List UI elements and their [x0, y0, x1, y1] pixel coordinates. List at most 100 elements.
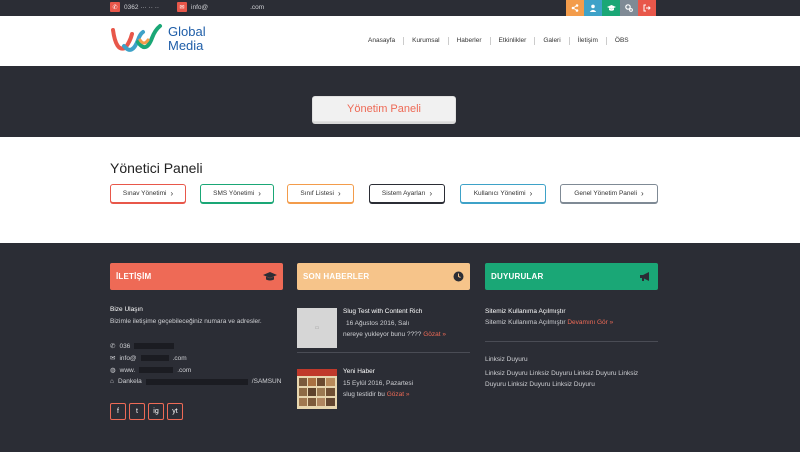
user-management-label: Kullanıcı Yönetimi	[473, 190, 526, 197]
user-button[interactable]	[584, 0, 602, 16]
facebook-icon: f	[117, 408, 119, 415]
chevron-right-icon: ›	[641, 189, 644, 198]
logout-button[interactable]	[638, 0, 656, 16]
chevron-right-icon: ›	[429, 189, 433, 198]
graduation-button[interactable]	[602, 0, 620, 16]
phone-icon: ✆	[110, 343, 116, 350]
nav-item-anasayfa[interactable]: Anasayfa	[360, 37, 405, 45]
twitter-icon: t	[136, 408, 138, 415]
admin-panel-button[interactable]: Yönetim Paneli	[312, 96, 456, 122]
contact-phone-row: ✆ 036	[110, 342, 175, 350]
exam-management-button[interactable]: Sınav Yönetimi ›	[110, 184, 186, 203]
announcement-text: Linksiz Duyuru Linksiz Duyuru Linksiz Du…	[485, 370, 639, 388]
top-email-prefix[interactable]: info@	[191, 4, 208, 11]
image-placeholder-icon: ▭	[314, 325, 320, 331]
sign-out-icon	[643, 4, 651, 12]
site-logo[interactable]: Global Media	[110, 22, 206, 56]
graduation-cap-icon	[606, 5, 616, 11]
announcements-heading-text: DUYURULAR	[491, 272, 544, 281]
nav-item-haberler[interactable]: Haberler	[449, 37, 491, 45]
logo-line-2: Media	[168, 38, 204, 53]
announcement-more-link[interactable]: Devamını Gör »	[567, 319, 613, 326]
contact-heading: İLETİŞİM	[110, 263, 283, 290]
share-button[interactable]	[566, 0, 584, 16]
nav-item-kurumsal[interactable]: Kurumsal	[404, 37, 449, 45]
contact-email-suffix[interactable]: .com	[173, 355, 187, 362]
facebook-button[interactable]: f	[110, 403, 126, 420]
share-icon	[571, 4, 579, 12]
contact-address-row: ⌂ Dankela/SAMSUN	[110, 378, 281, 385]
announcement-title[interactable]: Linksiz Duyuru	[485, 356, 528, 363]
top-social-buttons	[566, 0, 656, 16]
news-photo-image	[297, 369, 337, 409]
news-item-date: 16 Ağustos 2016, Salı	[346, 320, 410, 327]
youtube-button[interactable]: yt	[167, 403, 183, 420]
email-icon: ✉	[177, 2, 188, 12]
top-contact: ✆ 0362 ··· ·· ·· ✉ info@ .com	[110, 2, 264, 12]
user-management-button[interactable]: Kullanıcı Yönetimi ›	[460, 184, 546, 203]
news-divider	[297, 352, 470, 353]
contact-email-prefix[interactable]: info@	[119, 355, 136, 362]
news-item-excerpt: slug testidir bu Gözat »	[343, 391, 409, 398]
contact-web-row: ◍ www. .com	[110, 366, 191, 375]
contact-subtitle: Bize Ulaşın	[110, 306, 143, 313]
chevron-right-icon: ›	[529, 189, 533, 198]
announcement-text: Sitemiz Kullanıma Açılmıştır Devamını Gö…	[485, 319, 613, 326]
system-settings-button[interactable]: Sistem Ayarları ›	[369, 184, 445, 203]
page-title: Yönetici Paneli	[110, 160, 203, 176]
nav-item-iletisim[interactable]: İletişim	[570, 37, 607, 45]
contact-phone: 036	[119, 342, 131, 350]
twitter-button[interactable]: t	[129, 403, 145, 420]
gears-icon	[625, 4, 633, 12]
top-email-suffix[interactable]: .com	[250, 4, 264, 11]
chevron-right-icon: ›	[337, 189, 341, 198]
contact-email-row: ✉ info@ .com	[110, 354, 187, 363]
announcements-heading: DUYURULAR	[485, 263, 658, 290]
nav-item-galeri[interactable]: Galeri	[535, 37, 570, 45]
instagram-icon: ig	[153, 408, 159, 415]
nav-item-obs[interactable]: ÖBS	[607, 37, 637, 45]
graduation-cap-icon	[263, 272, 277, 281]
class-list-button[interactable]: Sınıf Listesi ›	[287, 184, 354, 203]
chevron-right-icon: ›	[258, 189, 261, 198]
news-thumbnail[interactable]	[297, 369, 337, 409]
news-heading: SON HABERLER	[297, 263, 470, 290]
contact-address-prefix: Dankela	[117, 378, 142, 385]
top-phone: 0362 ··· ·· ··	[124, 3, 160, 11]
news-item-title[interactable]: Yeni Haber	[343, 368, 375, 375]
bullhorn-icon	[640, 272, 649, 281]
settings-button[interactable]	[620, 0, 638, 16]
main-nav: Anasayfa Kurumsal Haberler Etkinlikler G…	[360, 37, 637, 45]
sms-management-button[interactable]: SMS Yönetimi ›	[200, 184, 274, 203]
home-icon: ⌂	[110, 378, 114, 385]
news-thumbnail-placeholder[interactable]: ▭	[297, 308, 337, 348]
youtube-icon: yt	[172, 408, 178, 415]
news-more-link[interactable]: Gözat »	[423, 331, 446, 338]
contact-heading-text: İLETİŞİM	[116, 272, 152, 281]
announcement-divider	[485, 341, 658, 342]
exam-management-label: Sınav Yönetimi	[122, 190, 167, 197]
announcement-body: Sitemiz Kullanıma Açılmıştır	[485, 319, 568, 326]
announcement-title[interactable]: Sitemiz Kullanıma Açılmıştır	[485, 308, 566, 315]
envelope-icon: ✉	[110, 355, 116, 362]
instagram-button[interactable]: ig	[148, 403, 164, 420]
news-heading-text: SON HABERLER	[303, 272, 370, 281]
general-management-label: Genel Yönetim Paneli	[574, 190, 638, 197]
news-more-link[interactable]: Gözat »	[387, 391, 410, 398]
chevron-right-icon: ›	[170, 189, 174, 198]
contact-description: Bizimle iletişime geçebileceğiniz numara…	[110, 318, 262, 325]
top-bar: ✆ 0362 ··· ·· ·· ✉ info@ .com	[0, 0, 800, 16]
contact-web-suffix[interactable]: .com	[177, 367, 191, 374]
news-item-excerpt: nereye yukleyor bunu ???? Gözat »	[343, 331, 446, 338]
news-item-title[interactable]: Slug Test with Content Rich	[343, 308, 422, 315]
contact-web-prefix[interactable]: www.	[120, 367, 136, 374]
general-management-button[interactable]: Genel Yönetim Paneli ›	[560, 184, 658, 203]
clock-icon	[453, 271, 464, 282]
nav-item-etkinlikler[interactable]: Etkinlikler	[491, 37, 536, 45]
phone-icon: ✆	[110, 2, 120, 12]
globe-icon: ◍	[110, 367, 116, 374]
class-list-label: Sınıf Listesi	[300, 190, 334, 197]
logo-text: Global Media	[168, 25, 206, 53]
news-item-date: 15 Eylül 2016, Pazartesi	[343, 380, 414, 387]
contact-address-suffix: /SAMSUN	[251, 378, 282, 385]
